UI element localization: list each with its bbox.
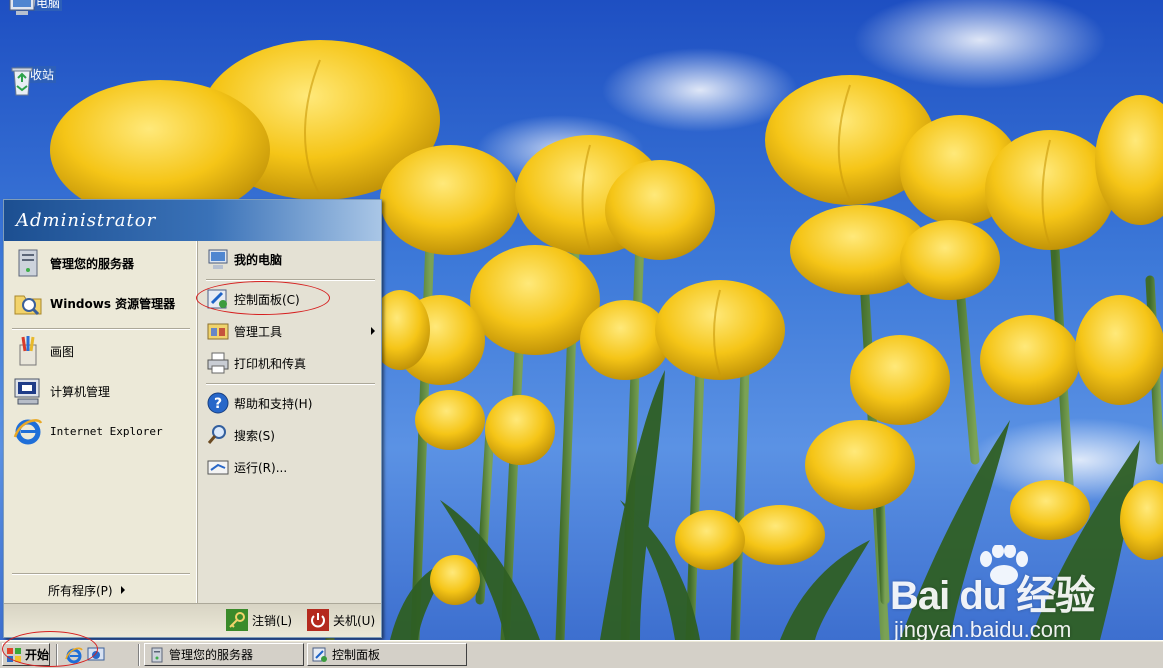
menu-separator [206, 279, 375, 281]
menu-item-label: Internet Explorer [50, 424, 163, 438]
menu-item-label: 帮助和支持(H) [234, 396, 313, 411]
menu-item-manage-server[interactable]: 管理您的服务器 [4, 245, 196, 281]
menu-item-label: 我的电脑 [234, 252, 283, 267]
menu-item-run[interactable]: 运行(R)... [198, 453, 381, 481]
my-computer-icon [9, 0, 35, 15]
recycle-bin-icon [11, 67, 33, 96]
start-menu-footer: 注销(L) 关机(U) [4, 603, 381, 637]
run-icon [207, 460, 229, 475]
menu-item-label: 打印机和传真 [234, 356, 307, 371]
start-button-label: 开始 [25, 648, 50, 662]
task-button-manage-server[interactable]: 管理您的服务器 [144, 643, 304, 666]
menu-item-label: Windows 资源管理器 [50, 296, 176, 311]
menu-item-my-computer[interactable]: 我的电脑 [198, 245, 381, 273]
task-button-label: 控制面板 [332, 648, 381, 662]
menu-item-search[interactable]: 搜索(S) [198, 421, 381, 449]
watermark-logo-text: Bai du 经验 [890, 574, 1095, 618]
logoff-button[interactable]: 注销(L) [226, 609, 292, 631]
printer-icon [207, 352, 229, 374]
start-menu-left-column: 管理您的服务器 Windows 资源管理器 画图 计算机管理 Internet … [4, 241, 197, 603]
internet-explorer-icon [13, 419, 43, 445]
control-panel-icon [207, 289, 227, 309]
menu-item-label: 管理您的服务器 [50, 256, 135, 271]
logoff-label: 注销(L) [252, 613, 293, 628]
menu-separator [206, 383, 375, 385]
start-menu-user-header: Administrator [4, 200, 381, 241]
svg-text:?: ? [214, 396, 222, 412]
start-menu-right-column: 我的电脑 控制面板(C) 管理工具 打印机和传真 ? 帮助和支持(H) 搜索(S… [197, 241, 381, 603]
start-button[interactable]: 开始 [2, 643, 50, 666]
explorer-folder-icon [14, 295, 42, 316]
task-button-control-panel[interactable]: 控制面板 [307, 643, 467, 666]
server-manage-icon [18, 249, 38, 277]
task-button-label: 管理您的服务器 [169, 648, 254, 662]
menu-item-internet-explorer[interactable]: Internet Explorer [4, 413, 196, 449]
baidu-jingyan-watermark: Bai du 经验 jingyan.baidu.com [890, 545, 1120, 640]
desktop-icon-my-computer[interactable]: 我的电脑 [6, 0, 66, 15]
help-icon: ? [207, 392, 229, 414]
windows-logo-icon [7, 647, 21, 662]
menu-item-windows-explorer[interactable]: Windows 资源管理器 [4, 285, 196, 321]
search-icon [207, 425, 226, 444]
menu-item-paint[interactable]: 画图 [4, 333, 196, 369]
start-menu-username: Administrator [16, 210, 157, 231]
menu-item-admin-tools[interactable]: 管理工具 [198, 317, 381, 345]
taskbar: 开始 管理您的服务器 控制面板 [0, 640, 1163, 668]
start-menu: Administrator 管理您的服务器 Windows 资源管理器 画图 计… [3, 199, 382, 638]
menu-item-computer-management[interactable]: 计算机管理 [4, 373, 196, 409]
menu-item-printers-faxes[interactable]: 打印机和传真 [198, 349, 381, 377]
menu-item-label: 运行(R)... [234, 460, 288, 475]
shutdown-button[interactable]: 关机(U) [307, 609, 375, 631]
menu-separator [12, 328, 190, 330]
chevron-right-icon [120, 586, 125, 594]
taskbar-divider [138, 644, 140, 666]
menu-separator [12, 573, 190, 575]
menu-item-label: 所有程序(P) [48, 583, 113, 598]
my-computer-icon [208, 249, 228, 269]
menu-item-label: 画图 [50, 344, 75, 359]
server-manage-icon [151, 647, 163, 662]
watermark-url: jingyan.baidu.com [894, 617, 1072, 640]
admin-tools-icon [207, 323, 229, 340]
menu-item-help-support[interactable]: ? 帮助和支持(H) [198, 389, 381, 417]
computer-management-icon [14, 378, 40, 405]
power-icon [307, 609, 329, 631]
internet-explorer-icon[interactable] [64, 645, 84, 665]
key-logoff-icon [226, 609, 248, 631]
menu-item-all-programs[interactable]: 所有程序(P) [4, 579, 196, 601]
desktop-icon-recycle-bin[interactable]: 回收站 [6, 66, 66, 96]
menu-item-control-panel[interactable]: 控制面板(C) [198, 285, 381, 313]
menu-item-label: 搜索(S) [234, 428, 275, 443]
menu-item-label: 管理工具 [234, 324, 283, 339]
paint-icon [19, 336, 37, 366]
taskbar-divider [56, 644, 58, 666]
show-desktop-icon[interactable] [86, 645, 106, 665]
menu-item-label: 控制面板(C) [234, 292, 300, 307]
menu-item-label: 计算机管理 [50, 384, 111, 399]
control-panel-icon [312, 647, 327, 662]
shutdown-label: 关机(U) [333, 613, 376, 628]
chevron-right-icon [371, 327, 375, 335]
